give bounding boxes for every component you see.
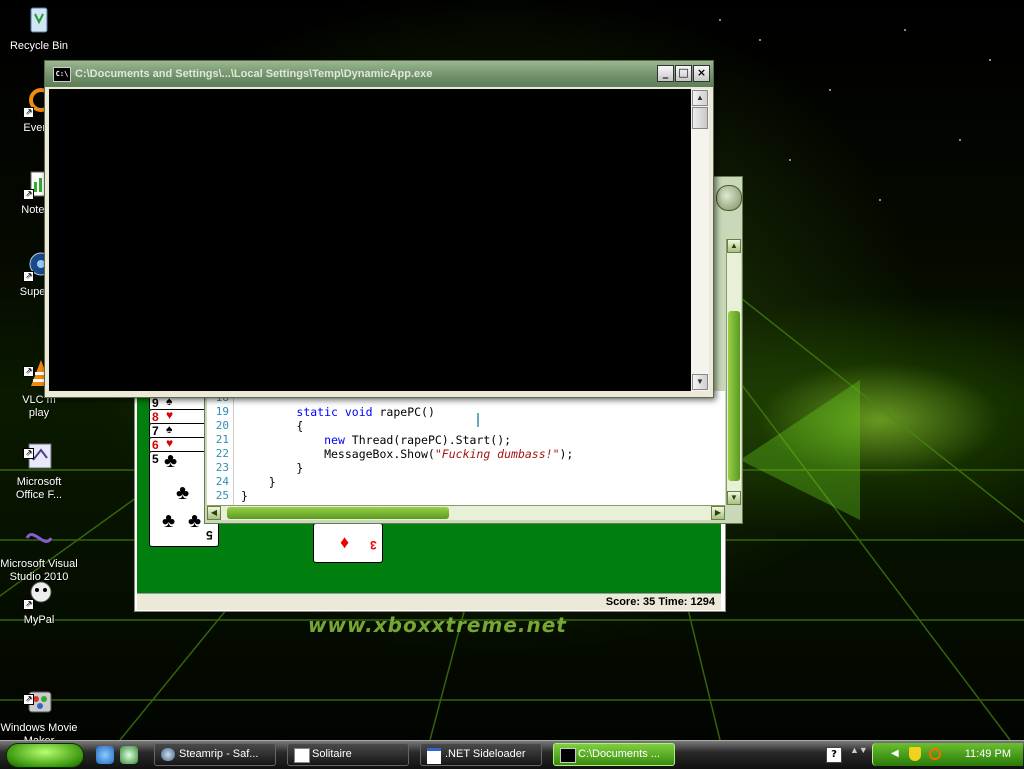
show-desktop-icon[interactable]: [120, 746, 138, 764]
editor-horizontal-scrollbar[interactable]: ◀ ▶: [207, 505, 725, 520]
line-number: 21: [215, 433, 229, 446]
desktop-icon-recycle-bin[interactable]: Recycle Bin: [0, 4, 78, 53]
card-suit: ♥: [166, 437, 174, 450]
console-icon[interactable]: C:\: [53, 67, 71, 82]
task-label: Steamrip - Saf...: [179, 748, 259, 760]
card-rank: 9: [152, 396, 159, 410]
code-line: }: [241, 475, 276, 489]
chevron-up-icon[interactable]: ▲▼: [850, 745, 868, 755]
start-button[interactable]: [6, 743, 84, 768]
card-rank: 5: [152, 452, 159, 466]
help-icon[interactable]: ?: [826, 747, 842, 763]
taskbar: Steamrip - Saf... Solitaire .NET Sideloa…: [0, 740, 1024, 769]
security-shield-icon[interactable]: [909, 747, 921, 761]
code-line: }: [241, 461, 304, 475]
system-tray: ◀ 11:49 PM: [872, 743, 1023, 766]
code-line: }: [241, 489, 248, 503]
task-label: .NET Sideloader: [445, 748, 526, 760]
desktop-icon-office[interactable]: ↗ Microsoft Office F...: [0, 414, 78, 502]
office-icon: ↗: [23, 427, 55, 469]
console-output[interactable]: [49, 89, 691, 391]
code-line: new Thread(rapePC).Start();: [324, 433, 512, 447]
movie-maker-icon: ↗: [23, 673, 55, 713]
window-title: C:\Documents and Settings\...\Local Sett…: [75, 68, 433, 80]
scroll-down-button[interactable]: ▼: [692, 374, 708, 390]
code-line: {: [241, 419, 304, 433]
code-line: MessageBox.Show("Fucking dumbass!");: [241, 447, 574, 461]
tray-arrow-icon[interactable]: ◀: [891, 748, 899, 759]
card-suit: ♣: [164, 450, 178, 472]
recycle-bin-icon: [23, 4, 55, 36]
wallpaper-watermark: www.xboxxtreme.net: [308, 613, 567, 637]
editor-vertical-scrollbar[interactable]: ▲ ▼: [726, 239, 741, 505]
search-icon[interactable]: [929, 748, 941, 760]
card-rank: 6: [152, 438, 159, 452]
card-rank: 5: [206, 528, 213, 542]
line-number: 22: [215, 447, 229, 460]
window-orb-button[interactable]: [716, 185, 742, 211]
taskbar-button-solitaire[interactable]: Solitaire: [287, 743, 409, 766]
safari-icon: [161, 748, 175, 761]
desktop-icon-movie-maker[interactable]: ↗ Windows Movie Maker: [0, 660, 78, 748]
console-vertical-scrollbar[interactable]: ▲ ▼: [691, 89, 709, 391]
task-label: Solitaire: [312, 748, 352, 760]
taskbar-button-net-sideloader[interactable]: .NET Sideloader: [420, 743, 542, 766]
card-suit: ♣: [188, 510, 202, 532]
scroll-thumb[interactable]: [227, 507, 449, 519]
minimize-button[interactable]: _: [657, 65, 674, 82]
solitaire-status-bar: Score: 35 Time: 1294: [137, 593, 721, 610]
desktop-icon-label: MyPal: [23, 614, 55, 626]
card-rank: 7: [152, 424, 159, 438]
card-three-diamonds[interactable]: ♦ 3: [313, 523, 383, 563]
taskbar-button-console[interactable]: C:\Documents ...: [553, 743, 675, 766]
card-suit: ♣: [176, 482, 190, 504]
internet-explorer-icon[interactable]: [96, 746, 114, 764]
visual-studio-icon: [23, 509, 55, 543]
scroll-up-button[interactable]: ▲: [692, 90, 708, 106]
score-time-text: Score: 35 Time: 1294: [605, 596, 715, 608]
scroll-up-button[interactable]: ▲: [727, 239, 741, 253]
scroll-thumb[interactable]: [692, 107, 708, 129]
clock: 11:49 PM: [964, 748, 1011, 760]
line-number: 19: [215, 405, 229, 418]
line-number: 25: [215, 489, 229, 502]
close-button[interactable]: ×: [693, 65, 710, 82]
scroll-down-button[interactable]: ▼: [727, 491, 741, 505]
text-cursor-icon: [477, 413, 479, 427]
console-title-bar[interactable]: C:\ C:\Documents and Settings\...\Local …: [45, 61, 713, 87]
code-view[interactable]: 18 19 20 21 22 23 24 25 static void rape…: [207, 391, 725, 505]
mypal-icon: ↗: [23, 578, 55, 610]
shortcut-arrow-icon: ↗: [23, 366, 34, 377]
shortcut-arrow-icon: ↗: [23, 694, 34, 705]
console-window[interactable]: C:\ C:\Documents and Settings\...\Local …: [44, 60, 714, 398]
shortcut-arrow-icon: ↗: [23, 271, 34, 282]
solitaire-icon: [294, 748, 310, 763]
console-icon: [560, 748, 576, 763]
scroll-thumb[interactable]: [728, 311, 740, 481]
card-rank: 3: [370, 538, 377, 552]
gutter-divider: [233, 391, 234, 505]
card-suit: ♦: [340, 532, 350, 552]
shortcut-arrow-icon: ↗: [23, 448, 34, 459]
maximize-button[interactable]: □: [675, 65, 692, 82]
card-rank: 8: [152, 410, 159, 424]
scroll-left-button[interactable]: ◀: [207, 506, 221, 520]
line-number: 20: [215, 419, 229, 432]
shortcut-arrow-icon: ↗: [23, 599, 34, 610]
card-suit: ♠: [166, 423, 173, 436]
task-label: C:\Documents ...: [578, 748, 660, 760]
desktop-icon-label: Recycle Bin: [9, 40, 69, 52]
line-number: 24: [215, 475, 229, 488]
taskbar-button-steamrip[interactable]: Steamrip - Saf...: [154, 743, 276, 766]
code-line: static void rapePC(): [296, 405, 435, 419]
desktop-icon-visual-studio[interactable]: Microsoft Visual Studio 2010: [0, 496, 78, 584]
card-suit: ♥: [166, 409, 174, 422]
line-number: 23: [215, 461, 229, 474]
shortcut-arrow-icon: ↗: [23, 107, 34, 118]
window-icon: [427, 748, 441, 764]
shortcut-arrow-icon: ↗: [23, 189, 34, 200]
card-suit: ♣: [162, 510, 176, 532]
scroll-right-button[interactable]: ▶: [711, 506, 725, 520]
desktop-icon-mypal[interactable]: ↗ MyPal: [0, 578, 78, 627]
